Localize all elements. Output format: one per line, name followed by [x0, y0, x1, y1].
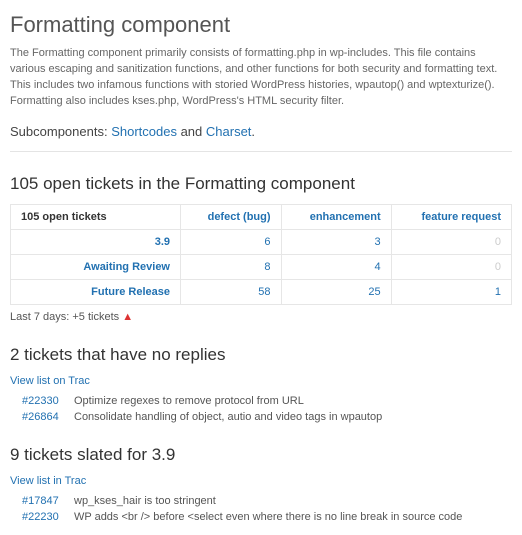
ticket-summary: WP adds <br /> before <select even where… [74, 511, 462, 523]
ticket-id[interactable]: #22230 [22, 511, 66, 523]
link-charset[interactable]: Charset [206, 124, 252, 139]
last-7-days: Last 7 days: +5 tickets ▲ [10, 311, 512, 323]
subcomponents-line: Subcomponents: Shortcodes and Charset. [10, 124, 512, 139]
noreplies-list: #22330 Optimize regexes to remove protoc… [22, 395, 512, 423]
table-row: 3.9 6 3 0 [11, 229, 512, 254]
view-noreplies-link[interactable]: View list on Trac [10, 375, 90, 387]
cell[interactable]: 4 [281, 254, 391, 279]
dot: . [251, 124, 255, 139]
slated-list: #17847 wp_kses_hair is too stringent #22… [22, 495, 512, 523]
tickets-table: 105 open tickets defect (bug) enhancemen… [10, 204, 512, 305]
page-title: Formatting component [10, 12, 512, 38]
ticket-id[interactable]: #26864 [22, 411, 66, 423]
cell[interactable]: 0 [391, 229, 511, 254]
col-feature-request[interactable]: feature request [391, 204, 511, 229]
and-text: and [181, 124, 206, 139]
ticket-summary: Optimize regexes to remove protocol from… [74, 395, 304, 407]
ticket-summary: wp_kses_hair is too stringent [74, 495, 216, 507]
divider [10, 151, 512, 152]
ticket-summary: Consolidate handling of object, autio an… [74, 411, 382, 423]
table-heading: 105 open tickets in the Formatting compo… [10, 174, 512, 194]
ticket-id[interactable]: #22330 [22, 395, 66, 407]
noreplies-heading: 2 tickets that have no replies [10, 345, 512, 365]
list-item: #22230 WP adds <br /> before <select eve… [22, 511, 512, 523]
slated-heading: 9 tickets slated for 3.9 [10, 445, 512, 465]
row-label[interactable]: Awaiting Review [11, 254, 181, 279]
cell[interactable]: 8 [181, 254, 282, 279]
last7-text: Last 7 days: +5 tickets [10, 311, 122, 323]
col-defect[interactable]: defect (bug) [181, 204, 282, 229]
link-shortcodes[interactable]: Shortcodes [111, 124, 177, 139]
cell[interactable]: 58 [181, 279, 282, 304]
row-label[interactable]: Future Release [11, 279, 181, 304]
view-slated-link[interactable]: View list in Trac [10, 475, 86, 487]
cell[interactable]: 1 [391, 279, 511, 304]
cell[interactable]: 0 [391, 254, 511, 279]
cell[interactable]: 6 [181, 229, 282, 254]
table-row: Awaiting Review 8 4 0 [11, 254, 512, 279]
list-item: #17847 wp_kses_hair is too stringent [22, 495, 512, 507]
trend-up-icon: ▲ [122, 311, 133, 323]
cell[interactable]: 25 [281, 279, 391, 304]
row-label[interactable]: 3.9 [11, 229, 181, 254]
intro-text: The Formatting component primarily consi… [10, 46, 512, 110]
list-item: #26864 Consolidate handling of object, a… [22, 411, 512, 423]
table-row: Future Release 58 25 1 [11, 279, 512, 304]
list-item: #22330 Optimize regexes to remove protoc… [22, 395, 512, 407]
cell[interactable]: 3 [281, 229, 391, 254]
ticket-id[interactable]: #17847 [22, 495, 66, 507]
subcomponents-label: Subcomponents: [10, 124, 111, 139]
col-enhancement[interactable]: enhancement [281, 204, 391, 229]
table-corner: 105 open tickets [11, 204, 181, 229]
